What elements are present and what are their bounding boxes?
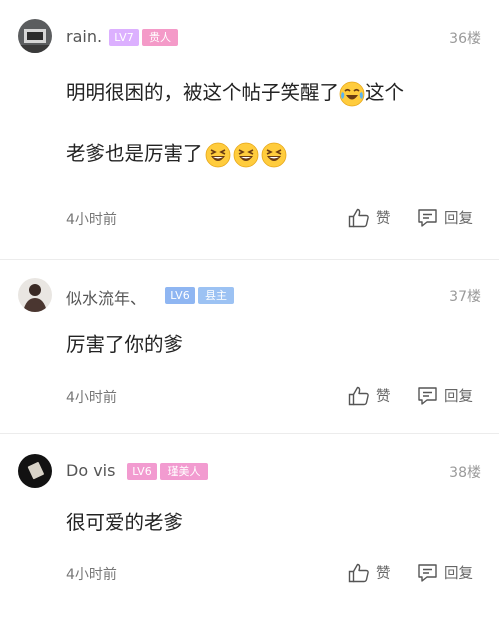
timestamp: 4小时前: [66, 212, 117, 228]
thumbs-up-icon: [348, 563, 369, 582]
title-badge: 瑾美人: [160, 463, 208, 480]
like-label: 赞: [376, 389, 391, 405]
like-button[interactable]: 赞: [348, 207, 391, 228]
timestamp: 4小时前: [66, 567, 117, 583]
reply-bubble-icon: [418, 208, 437, 227]
reply-label: 回复: [444, 211, 473, 227]
grinning-squint-emoji-icon: [233, 142, 258, 167]
avatar[interactable]: [18, 19, 52, 53]
reply-label: 回复: [444, 389, 473, 405]
reply-bubble-icon: [418, 386, 437, 405]
floor-number: 37楼: [449, 289, 481, 305]
level-badge: LV7: [109, 29, 139, 46]
like-button[interactable]: 赞: [348, 385, 391, 406]
comment-text-line2: 老爹也是厉害了: [66, 137, 287, 168]
avatar-image: [18, 454, 52, 488]
comment-text: 很可爱的老爹: [66, 511, 184, 534]
comment-text: 明明很困的，被这个帖子笑醒了 这个: [66, 76, 404, 107]
title-badge: 县主: [198, 287, 234, 304]
like-label: 赞: [376, 566, 391, 582]
thumbs-up-icon: [348, 208, 369, 227]
comment-text-part: 明明很困的，被这个帖子笑醒了: [66, 81, 340, 104]
username[interactable]: rain.: [66, 27, 102, 46]
grinning-squint-emoji-icon: [261, 142, 286, 167]
avatar-image: [18, 278, 52, 312]
reply-button[interactable]: 回复: [417, 562, 473, 583]
avatar[interactable]: [18, 278, 52, 312]
floor-number: 38楼: [449, 465, 481, 481]
reply-label: 回复: [444, 566, 473, 582]
comment-text: 厉害了你的爹: [66, 333, 184, 356]
timestamp: 4小时前: [66, 390, 117, 406]
avatar[interactable]: [18, 454, 52, 488]
comment-item: Do vis LV6 瑾美人 38楼 很可爱的老爹 4小时前 赞 回复: [0, 434, 499, 624]
thumbs-up-icon: [348, 386, 369, 405]
reply-bubble-icon: [418, 563, 437, 582]
reply-button[interactable]: 回复: [417, 385, 473, 406]
floor-number: 36楼: [449, 31, 481, 47]
comment-text-part: 老爹也是厉害了: [66, 142, 203, 165]
username[interactable]: 似水流年、: [66, 285, 146, 309]
like-button[interactable]: 赞: [348, 562, 391, 583]
comment-item: 似水流年、 LV6 县主 37楼 厉害了你的爹 4小时前 赞 回复: [0, 260, 499, 434]
comment-text-part: 这个: [365, 81, 405, 104]
grinning-squint-emoji-icon: [205, 142, 230, 167]
avatar-image: [18, 19, 52, 53]
title-badge: 贵人: [142, 29, 178, 46]
reply-button[interactable]: 回复: [417, 207, 473, 228]
like-label: 赞: [376, 211, 391, 227]
comment-item: rain. LV7 贵人 36楼 明明很困的，被这个帖子笑醒了 这个 老爹也是厉害…: [0, 0, 499, 260]
level-badge: LV6: [165, 287, 195, 304]
level-badge: LV6: [127, 463, 157, 480]
tears-of-joy-emoji-icon: [339, 81, 365, 106]
username[interactable]: Do vis: [66, 461, 115, 480]
